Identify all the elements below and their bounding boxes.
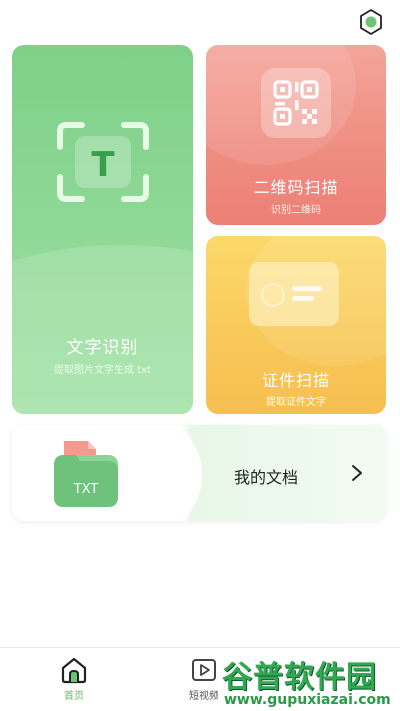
id-scan-title: 证件扫描 — [261, 371, 330, 390]
my-documents-title: 我的文档 — [234, 468, 299, 487]
card-wave — [12, 245, 193, 414]
chevron-right-icon — [352, 465, 362, 481]
svg-text:T: T — [91, 145, 115, 185]
id-card-icon — [249, 262, 339, 326]
ocr-title: 文字识别 — [66, 338, 139, 358]
tab-home-label: 首页 — [64, 691, 84, 702]
id-scan-card[interactable]: 证件扫描 提取证件文字 — [206, 236, 386, 414]
ocr-subtitle: 提取图片文字生成 txt — [54, 365, 151, 376]
watermark-main-text: 谷普软件园 — [222, 660, 377, 695]
my-documents-card[interactable]: TXT 我的文档 — [12, 425, 386, 521]
tab-home[interactable]: 首页 — [34, 656, 114, 702]
qr-scan-subtitle: 识别二维码 — [271, 205, 321, 216]
text-scan-icon: T — [57, 122, 149, 202]
home-icon — [61, 657, 87, 684]
qr-scan-title: 二维码扫描 — [253, 178, 339, 197]
tab-short-video-label: 短视频 — [189, 691, 219, 702]
svg-text:TXT: TXT — [73, 482, 99, 497]
site-watermark: 谷普软件园 www.gupuxiazai.com — [218, 648, 400, 711]
qr-scan-card[interactable]: 二维码扫描 识别二维码 — [206, 45, 386, 225]
watermark-url: www.gupuxiazai.com — [224, 692, 391, 708]
ocr-card[interactable]: T 文字识别 提取图片文字生成 txt — [12, 45, 193, 414]
qr-code-icon — [261, 68, 331, 138]
id-scan-subtitle: 提取证件文字 — [266, 397, 326, 408]
settings-button[interactable] — [356, 7, 386, 37]
play-icon — [192, 659, 216, 681]
gear-icon — [360, 9, 382, 35]
txt-file-icon: TXT — [54, 441, 118, 507]
